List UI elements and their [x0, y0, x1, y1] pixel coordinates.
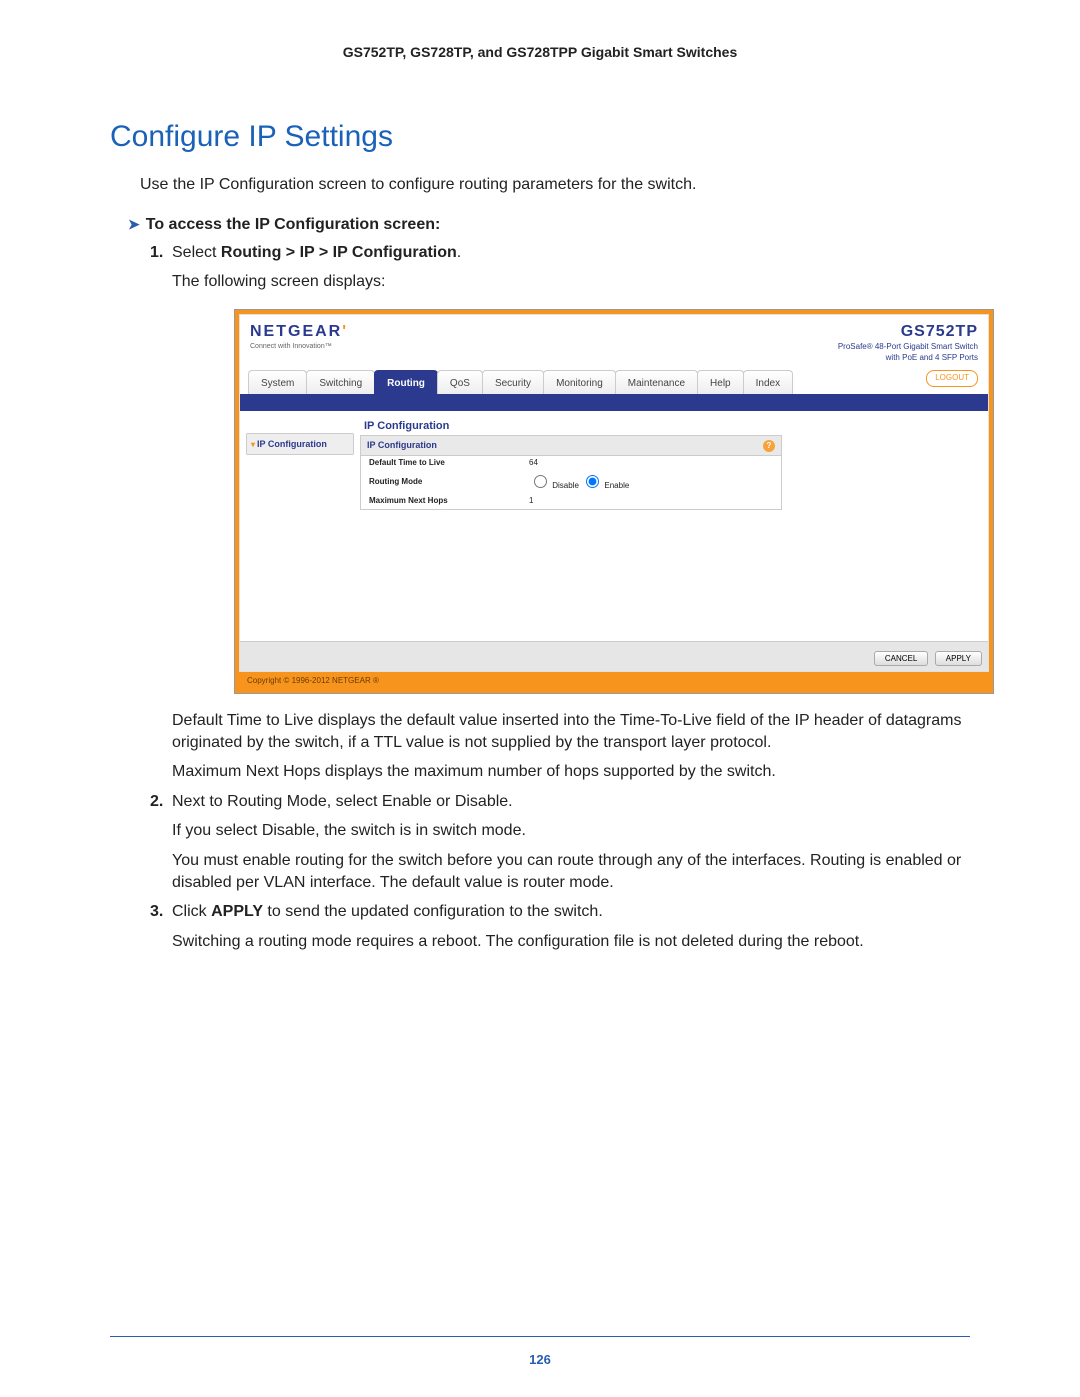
routing-mode-label: Routing Mode — [369, 477, 529, 488]
sidebar-item-ip-config[interactable]: ▾IP Configuration — [246, 433, 354, 456]
step-1-p2: Maximum Next Hops displays the maximum n… — [172, 761, 970, 783]
tab-routing[interactable]: Routing — [374, 370, 438, 395]
step-2-p2: You must enable routing for the switch b… — [172, 850, 970, 893]
product-desc-2: with PoE and 4 SFP Ports — [838, 353, 978, 364]
tab-help[interactable]: Help — [697, 370, 744, 395]
step-2: 2. Next to Routing Mode, select Enable o… — [150, 791, 970, 893]
tab-system[interactable]: System — [248, 370, 307, 395]
step-3-text: Click APPLY to send the updated configur… — [172, 903, 603, 920]
help-icon[interactable]: ? — [763, 440, 775, 452]
procedure-heading: ➤ To access the IP Configuration screen: — [128, 216, 970, 234]
panel-subtitle: IP Configuration — [367, 439, 437, 451]
chevron-icon: ➤ — [128, 216, 140, 232]
page-title: Configure IP Settings — [110, 120, 970, 154]
max-hops-label: Maximum Next Hops — [369, 496, 529, 507]
routing-mode-disable[interactable]: Disable — [529, 481, 579, 490]
step-2-text: Next to Routing Mode, select Enable or D… — [172, 793, 513, 810]
radio-enable[interactable] — [586, 475, 599, 488]
intro-paragraph: Use the IP Configuration screen to confi… — [140, 174, 970, 196]
step-1-text: Select Routing > IP > IP Configuration. — [172, 244, 461, 261]
step-number: 1. — [150, 242, 163, 264]
step-3: 3. Click APPLY to send the updated confi… — [150, 901, 970, 952]
ttl-label: Default Time to Live — [369, 458, 529, 469]
app-screenshot: NETGEAR' Connect with Innovation™ GS752T… — [234, 309, 994, 694]
step-1-p1: Default Time to Live displays the defaul… — [172, 710, 970, 753]
ttl-value: 64 — [529, 458, 538, 469]
config-panel: IP Configuration IP Configuration ? Defa… — [354, 417, 982, 635]
product-desc-1: ProSafe® 48-Port Gigabit Smart Switch — [838, 342, 978, 353]
routing-mode-enable[interactable]: Enable — [581, 481, 629, 490]
tab-qos[interactable]: QoS — [437, 370, 483, 395]
brand-block: NETGEAR' Connect with Innovation™ — [250, 321, 348, 352]
step-2-p1: If you select Disable, the switch is in … — [172, 820, 970, 842]
brand-logo: NETGEAR' — [250, 321, 348, 343]
page-number: 126 — [0, 1352, 1080, 1367]
step-number: 2. — [150, 791, 163, 813]
panel-footer: CANCEL APPLY — [240, 641, 988, 672]
panel-title: IP Configuration — [360, 417, 982, 436]
row-routing-mode: Routing Mode Disable Enable — [361, 470, 781, 494]
step-1: 1. Select Routing > IP > IP Configuratio… — [150, 242, 970, 783]
step-3-after: Switching a routing mode requires a rebo… — [172, 931, 970, 953]
tab-monitoring[interactable]: Monitoring — [543, 370, 616, 395]
step-number: 3. — [150, 901, 163, 923]
procedure-heading-text: To access the IP Configuration screen: — [146, 216, 441, 233]
step-1-after: The following screen displays: — [172, 271, 970, 293]
caret-icon: ▾ — [251, 440, 255, 449]
row-max-hops: Maximum Next Hops 1 — [361, 494, 781, 509]
logout-button[interactable]: LOGOUT — [926, 370, 978, 387]
apply-button[interactable]: APPLY — [935, 651, 982, 666]
tab-switching[interactable]: Switching — [306, 370, 375, 395]
product-model: GS752TP — [838, 321, 978, 343]
max-hops-value: 1 — [529, 496, 533, 507]
tab-security[interactable]: Security — [482, 370, 544, 395]
app-copyright: Copyright © 1996-2012 NETGEAR ® — [239, 672, 989, 691]
radio-disable[interactable] — [534, 475, 547, 488]
sidebar: ▾IP Configuration — [246, 433, 354, 635]
tab-index[interactable]: Index — [743, 370, 793, 395]
cancel-button[interactable]: CANCEL — [874, 651, 928, 666]
product-block: GS752TP ProSafe® 48-Port Gigabit Smart S… — [838, 321, 978, 364]
tab-maintenance[interactable]: Maintenance — [615, 370, 698, 395]
footer-rule — [110, 1336, 970, 1337]
document-header: GS752TP, GS728TP, and GS728TPP Gigabit S… — [110, 44, 970, 60]
row-ttl: Default Time to Live 64 — [361, 456, 781, 471]
brand-tagline: Connect with Innovation™ — [250, 342, 348, 351]
main-tabs: System Switching Routing QoS Security Mo… — [240, 366, 988, 409]
